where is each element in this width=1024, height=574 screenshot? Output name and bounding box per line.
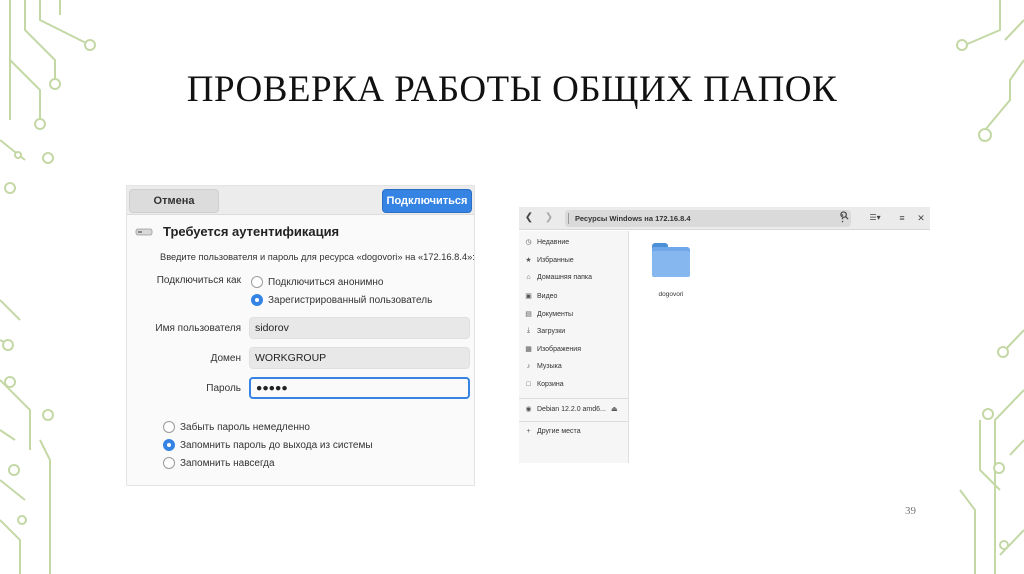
auth-dialog: Отмена Подключиться Требуется аутентифик… bbox=[126, 185, 475, 486]
sidebar-item-music[interactable]: ♪ Музыка bbox=[524, 363, 562, 370]
radio-anonymous[interactable]: Подключиться анонимно bbox=[251, 276, 383, 288]
sidebar-item-label: Музыка bbox=[537, 363, 562, 370]
network-drive-icon bbox=[135, 228, 153, 235]
sidebar-item-other-locations[interactable]: + Другие места bbox=[524, 428, 581, 435]
star-icon: ★ bbox=[525, 257, 532, 264]
radio-remember-session[interactable]: Запомнить пароль до выхода из системы bbox=[163, 439, 373, 451]
sidebar-item-label: Видео bbox=[537, 292, 558, 300]
sidebar-item-label: Загрузки bbox=[537, 327, 566, 335]
radio-remember-session-label: Запомнить пароль до выхода из системы bbox=[180, 439, 373, 451]
sidebar-item-label: Debian 12.2.0 amd6... bbox=[537, 405, 606, 413]
folder-icon[interactable] bbox=[652, 243, 690, 279]
page-number: 39 bbox=[905, 505, 916, 517]
path-separator bbox=[568, 213, 569, 224]
trash-icon: □ bbox=[526, 381, 531, 388]
radio-remember-session-indicator[interactable] bbox=[163, 439, 175, 451]
sidebar-item-video[interactable]: ▣ Видео bbox=[524, 292, 558, 301]
location-path: Ресурсы Windows на 172.16.8.4 bbox=[575, 214, 691, 223]
forward-icon[interactable]: ❯ bbox=[542, 210, 556, 226]
slide-title: ПРОВЕРКА РАБОТЫ ОБЩИХ ПАПОК bbox=[186, 69, 838, 110]
auth-description: Введите пользователя и пароль для ресурс… bbox=[160, 252, 475, 262]
sidebar-item-label: Избранные bbox=[537, 256, 574, 264]
radio-anonymous-label: Подключиться анонимно bbox=[268, 276, 384, 288]
view-options-icon[interactable]: ☰▾ bbox=[866, 210, 884, 226]
radio-registered-user[interactable]: Зарегистрированный пользователь bbox=[251, 294, 432, 306]
image-icon: ▦ bbox=[525, 346, 532, 353]
radio-remember-forever[interactable]: Запомнить навсегда bbox=[163, 457, 275, 469]
radio-registered-indicator[interactable] bbox=[251, 294, 263, 306]
disc-icon: ◉ bbox=[525, 406, 532, 413]
radio-forget-now-label: Забыть пароль немедленно bbox=[180, 421, 310, 433]
sidebar-item-label: Другие места bbox=[537, 428, 581, 435]
auth-dialog-header: Отмена Подключиться bbox=[127, 186, 474, 215]
sidebar-item-documents[interactable]: ▤ Документы bbox=[524, 310, 574, 319]
radio-registered-label: Зарегистрированный пользователь bbox=[268, 294, 433, 306]
radio-forget-now-indicator[interactable] bbox=[163, 421, 175, 433]
video-icon: ▣ bbox=[525, 293, 532, 300]
auth-title-row: Требуется аутентификация bbox=[135, 224, 339, 239]
sidebar-item-label: Домашняя папка bbox=[537, 274, 593, 281]
connect-button[interactable]: Подключиться bbox=[382, 189, 472, 213]
sidebar-item-trash[interactable]: □ Корзина bbox=[524, 381, 564, 388]
password-field[interactable] bbox=[249, 377, 470, 399]
username-field[interactable] bbox=[249, 317, 470, 339]
folder-label[interactable]: dogovori bbox=[641, 291, 701, 298]
sidebar-item-label: Корзина bbox=[537, 381, 564, 388]
document-icon: ▤ bbox=[525, 311, 532, 318]
clock-icon: ◷ bbox=[525, 239, 532, 246]
back-icon[interactable]: ❮ bbox=[522, 210, 536, 226]
sidebar-item-debian-disc[interactable]: ◉ Debian 12.2.0 amd6... bbox=[524, 405, 606, 414]
auth-title: Требуется аутентификация bbox=[163, 224, 340, 239]
password-label: Пароль bbox=[206, 383, 241, 394]
domain-field[interactable] bbox=[249, 347, 470, 369]
file-manager-header: ❮ ❯ Ресурсы Windows на 172.16.8.4 ⋮ ☰▾ ≡… bbox=[519, 207, 930, 230]
home-icon: ⌂ bbox=[526, 274, 531, 281]
sidebar-item-label: Изображения bbox=[537, 345, 581, 353]
music-icon: ♪ bbox=[526, 363, 531, 370]
sidebar-item-downloads[interactable]: ⤓ Загрузки bbox=[524, 327, 565, 335]
sidebar-divider bbox=[519, 398, 629, 399]
radio-remember-forever-indicator[interactable] bbox=[163, 457, 175, 469]
domain-label: Домен bbox=[210, 353, 241, 364]
sidebar-item-label: Недавние bbox=[537, 238, 570, 246]
sidebar-item-home[interactable]: ⌂ Домашняя папка bbox=[524, 274, 592, 281]
radio-anonymous-indicator[interactable] bbox=[251, 276, 263, 288]
menu-icon[interactable]: ≡ bbox=[896, 210, 908, 226]
sidebar-item-recent[interactable]: ◷ Недавние bbox=[524, 238, 570, 247]
close-icon[interactable]: ✕ bbox=[915, 210, 927, 226]
radio-remember-forever-label: Запомнить навсегда bbox=[180, 457, 275, 469]
sidebar-divider bbox=[519, 421, 629, 422]
cancel-button[interactable]: Отмена bbox=[129, 189, 219, 213]
sidebar-item-starred[interactable]: ★ Избранные bbox=[524, 256, 574, 265]
plus-icon: + bbox=[526, 428, 531, 435]
sidebar-item-pictures[interactable]: ▦ Изображения bbox=[524, 345, 581, 354]
location-bar[interactable]: Ресурсы Windows на 172.16.8.4 ⋮ bbox=[565, 210, 851, 227]
search-icon[interactable] bbox=[837, 210, 851, 226]
sidebar-item-label: Документы bbox=[537, 310, 574, 318]
username-label: Имя пользователя bbox=[155, 323, 241, 334]
connect-as-label: Подключиться как bbox=[156, 275, 241, 286]
eject-icon[interactable]: ⏏ bbox=[611, 405, 618, 413]
radio-forget-now[interactable]: Забыть пароль немедленно bbox=[163, 421, 310, 433]
file-manager-window: ❮ ❯ Ресурсы Windows на 172.16.8.4 ⋮ ☰▾ ≡… bbox=[519, 207, 930, 463]
file-manager-sidebar: ◷ Недавние ★ Избранные ⌂ Домашняя папка … bbox=[519, 231, 629, 463]
download-icon: ⤓ bbox=[526, 327, 531, 334]
